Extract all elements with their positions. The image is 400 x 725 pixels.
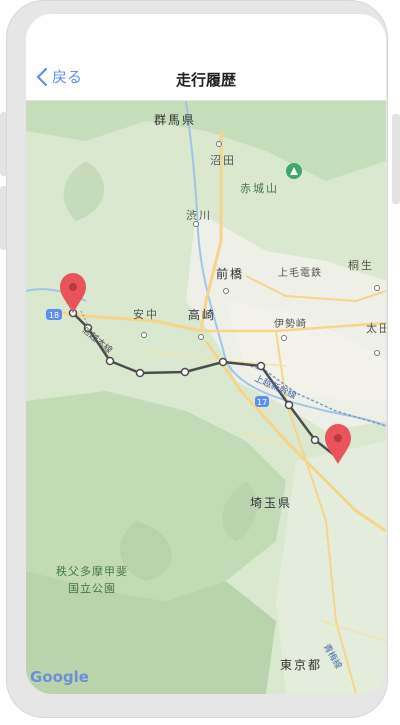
label-maebashi: 前橋: [216, 267, 245, 281]
svg-text:17: 17: [257, 398, 267, 407]
label-tokyo: 東京都: [280, 658, 323, 672]
waypoint-6: [218, 357, 228, 367]
waypoint-7: [256, 361, 266, 371]
phone-screen: 戻る 走行履歴 18 17 群馬県 沼田 赤城山 渋川 前橋 上毛電鉄 桐生 安…: [26, 14, 386, 694]
waypoint-8: [284, 400, 294, 410]
stage: 戻る 走行履歴 18 17 群馬県 沼田 赤城山 渋川 前橋 上毛電鉄 桐生 安…: [0, 0, 400, 725]
label-isesaki: 伊勢崎: [274, 319, 307, 330]
waypoint-4: [135, 368, 145, 378]
google-logo: Google: [30, 668, 89, 686]
label-ota: 太田: [366, 322, 386, 335]
label-kiryu: 桐生: [348, 259, 374, 272]
label-gunma: 群馬県: [154, 113, 197, 127]
page-title: 走行履歴: [175, 71, 236, 89]
navigation-bar: 戻る 走行履歴: [26, 14, 386, 101]
label-annaka: 安中: [133, 308, 159, 321]
label-kamimo: 上毛電鉄: [278, 268, 322, 279]
google-attribution: Google: [30, 668, 89, 686]
label-akagi: 赤城山: [240, 182, 279, 195]
map-base-layer: 18 17: [26, 101, 386, 694]
label-takasaki: 高崎: [188, 308, 217, 322]
waypoint-3: [105, 356, 115, 366]
label-park: 国立公園: [68, 582, 116, 595]
waypoint-9: [310, 435, 320, 445]
label-saitama: 埼玉県: [250, 496, 293, 510]
side-button-right: [392, 114, 400, 204]
route-map[interactable]: 18 17 群馬県 沼田 赤城山 渋川 前橋 上毛電鉄 桐生 安中 高崎 伊勢崎…: [26, 101, 386, 694]
label-shibukawa: 渋川: [186, 209, 212, 222]
waypoint-5: [180, 367, 190, 377]
svg-text:18: 18: [49, 311, 59, 320]
phone-frame: 戻る 走行履歴 18 17 群馬県 沼田 赤城山 渋川 前橋 上毛電鉄 桐生 安…: [6, 0, 388, 718]
label-chichibu: 秩父多摩甲斐: [56, 565, 128, 578]
label-numata: 沼田: [210, 154, 236, 167]
